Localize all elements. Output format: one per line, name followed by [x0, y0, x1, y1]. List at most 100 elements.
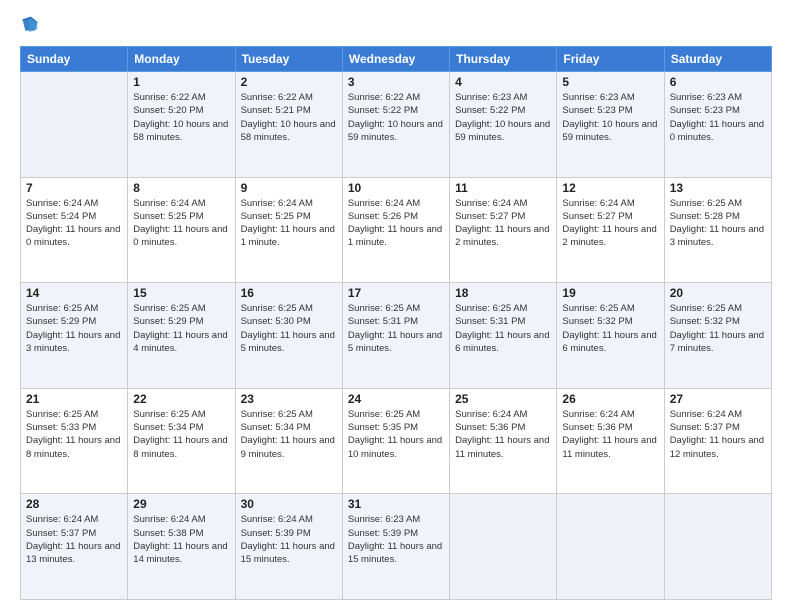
day-info: Sunrise: 6:25 AMSunset: 5:32 PMDaylight:…	[670, 302, 766, 355]
week-row-2: 7Sunrise: 6:24 AMSunset: 5:24 PMDaylight…	[21, 177, 772, 283]
week-row-5: 28 Sunrise: 6:24 AMSunset: 5:37 PMDayligh…	[21, 494, 772, 600]
day-cell: 11Sunrise: 6:24 AMSunset: 5:27 PMDayligh…	[450, 177, 557, 283]
day-cell: 21 Sunrise: 6:25 AMSunset: 5:33 PMDayligh…	[21, 388, 128, 494]
day-number: 2	[241, 75, 337, 89]
page: SundayMondayTuesdayWednesdayThursdayFrid…	[0, 0, 792, 612]
day-cell: 9 Sunrise: 6:24 AMSunset: 5:25 PMDaylight…	[235, 177, 342, 283]
day-number: 13	[670, 181, 766, 195]
day-cell	[21, 72, 128, 178]
day-info: Sunrise: 6:22 AMSunset: 5:20 PMDaylight:…	[133, 91, 229, 144]
week-row-4: 21 Sunrise: 6:25 AMSunset: 5:33 PMDayligh…	[21, 388, 772, 494]
day-info: Sunrise: 6:25 AMSunset: 5:29 PMDaylight:…	[133, 302, 229, 355]
day-number: 18	[455, 286, 551, 300]
weekday-header-row: SundayMondayTuesdayWednesdayThursdayFrid…	[21, 47, 772, 72]
day-info: Sunrise: 6:24 AMSunset: 5:36 PMDaylight:…	[562, 408, 658, 461]
week-row-3: 14 Sunrise: 6:25 AMSunset: 5:29 PMDayligh…	[21, 283, 772, 389]
weekday-header-tuesday: Tuesday	[235, 47, 342, 72]
day-info: Sunrise: 6:25 AMSunset: 5:30 PMDaylight:…	[241, 302, 337, 355]
weekday-header-monday: Monday	[128, 47, 235, 72]
day-number: 23	[241, 392, 337, 406]
day-cell: 13 Sunrise: 6:25 AMSunset: 5:28 PMDayligh…	[664, 177, 771, 283]
day-cell: 3 Sunrise: 6:22 AMSunset: 5:22 PMDaylight…	[342, 72, 449, 178]
day-cell: 26 Sunrise: 6:24 AMSunset: 5:36 PMDayligh…	[557, 388, 664, 494]
weekday-header-wednesday: Wednesday	[342, 47, 449, 72]
day-cell	[557, 494, 664, 600]
day-cell: 24 Sunrise: 6:25 AMSunset: 5:35 PMDayligh…	[342, 388, 449, 494]
day-number: 28	[26, 497, 122, 511]
day-info: Sunrise: 6:25 AMSunset: 5:34 PMDaylight:…	[241, 408, 337, 461]
day-cell	[450, 494, 557, 600]
day-info: Sunrise: 6:24 AMSunset: 5:25 PMDaylight:…	[241, 197, 337, 250]
day-number: 21	[26, 392, 122, 406]
day-info: Sunrise: 6:24 AMSunset: 5:24 PMDaylight:…	[26, 197, 122, 250]
day-number: 6	[670, 75, 766, 89]
day-info: Sunrise: 6:25 AMSunset: 5:28 PMDaylight:…	[670, 197, 766, 250]
day-cell: 18 Sunrise: 6:25 AMSunset: 5:31 PMDayligh…	[450, 283, 557, 389]
day-number: 10	[348, 181, 444, 195]
calendar-table: SundayMondayTuesdayWednesdayThursdayFrid…	[20, 46, 772, 600]
day-cell: 14 Sunrise: 6:25 AMSunset: 5:29 PMDayligh…	[21, 283, 128, 389]
day-cell: 7Sunrise: 6:24 AMSunset: 5:24 PMDaylight…	[21, 177, 128, 283]
day-info: Sunrise: 6:23 AMSunset: 5:23 PMDaylight:…	[562, 91, 658, 144]
day-number: 17	[348, 286, 444, 300]
day-info: Sunrise: 6:24 AMSunset: 5:26 PMDaylight:…	[348, 197, 444, 250]
day-number: 15	[133, 286, 229, 300]
day-number: 12	[562, 181, 658, 195]
day-info: Sunrise: 6:25 AMSunset: 5:29 PMDaylight:…	[26, 302, 122, 355]
day-cell	[664, 494, 771, 600]
day-info: Sunrise: 6:22 AMSunset: 5:22 PMDaylight:…	[348, 91, 444, 144]
day-number: 26	[562, 392, 658, 406]
day-number: 29	[133, 497, 229, 511]
week-row-1: 1 Sunrise: 6:22 AMSunset: 5:20 PMDaylight…	[21, 72, 772, 178]
day-number: 20	[670, 286, 766, 300]
day-cell: 31 Sunrise: 6:23 AMSunset: 5:39 PMDayligh…	[342, 494, 449, 600]
day-cell: 20 Sunrise: 6:25 AMSunset: 5:32 PMDayligh…	[664, 283, 771, 389]
day-cell: 4Sunrise: 6:23 AMSunset: 5:22 PMDaylight…	[450, 72, 557, 178]
day-number: 14	[26, 286, 122, 300]
logo-icon	[20, 16, 40, 36]
day-cell: 28 Sunrise: 6:24 AMSunset: 5:37 PMDayligh…	[21, 494, 128, 600]
day-cell: 10 Sunrise: 6:24 AMSunset: 5:26 PMDayligh…	[342, 177, 449, 283]
day-cell: 30Sunrise: 6:24 AMSunset: 5:39 PMDayligh…	[235, 494, 342, 600]
day-cell: 6Sunrise: 6:23 AMSunset: 5:23 PMDaylight…	[664, 72, 771, 178]
day-number: 25	[455, 392, 551, 406]
day-info: Sunrise: 6:25 AMSunset: 5:34 PMDaylight:…	[133, 408, 229, 461]
day-cell: 29 Sunrise: 6:24 AMSunset: 5:38 PMDayligh…	[128, 494, 235, 600]
day-cell: 15 Sunrise: 6:25 AMSunset: 5:29 PMDayligh…	[128, 283, 235, 389]
day-number: 3	[348, 75, 444, 89]
day-info: Sunrise: 6:23 AMSunset: 5:39 PMDaylight:…	[348, 513, 444, 566]
day-cell: 1 Sunrise: 6:22 AMSunset: 5:20 PMDaylight…	[128, 72, 235, 178]
weekday-header-friday: Friday	[557, 47, 664, 72]
day-number: 24	[348, 392, 444, 406]
day-cell: 2 Sunrise: 6:22 AMSunset: 5:21 PMDaylight…	[235, 72, 342, 178]
day-info: Sunrise: 6:24 AMSunset: 5:38 PMDaylight:…	[133, 513, 229, 566]
day-info: Sunrise: 6:23 AMSunset: 5:22 PMDaylight:…	[455, 91, 551, 144]
day-info: Sunrise: 6:25 AMSunset: 5:32 PMDaylight:…	[562, 302, 658, 355]
day-cell: 22 Sunrise: 6:25 AMSunset: 5:34 PMDayligh…	[128, 388, 235, 494]
day-info: Sunrise: 6:25 AMSunset: 5:31 PMDaylight:…	[348, 302, 444, 355]
day-number: 9	[241, 181, 337, 195]
day-cell: 17 Sunrise: 6:25 AMSunset: 5:31 PMDayligh…	[342, 283, 449, 389]
day-info: Sunrise: 6:22 AMSunset: 5:21 PMDaylight:…	[241, 91, 337, 144]
day-info: Sunrise: 6:25 AMSunset: 5:35 PMDaylight:…	[348, 408, 444, 461]
day-cell: 16Sunrise: 6:25 AMSunset: 5:30 PMDayligh…	[235, 283, 342, 389]
day-info: Sunrise: 6:24 AMSunset: 5:37 PMDaylight:…	[26, 513, 122, 566]
day-cell: 25 Sunrise: 6:24 AMSunset: 5:36 PMDayligh…	[450, 388, 557, 494]
day-info: Sunrise: 6:24 AMSunset: 5:36 PMDaylight:…	[455, 408, 551, 461]
day-info: Sunrise: 6:24 AMSunset: 5:39 PMDaylight:…	[241, 513, 337, 566]
header	[20, 16, 772, 36]
day-cell: 5 Sunrise: 6:23 AMSunset: 5:23 PMDaylight…	[557, 72, 664, 178]
day-cell: 19 Sunrise: 6:25 AMSunset: 5:32 PMDayligh…	[557, 283, 664, 389]
day-info: Sunrise: 6:24 AMSunset: 5:27 PMDaylight:…	[455, 197, 551, 250]
day-info: Sunrise: 6:25 AMSunset: 5:31 PMDaylight:…	[455, 302, 551, 355]
day-number: 1	[133, 75, 229, 89]
day-number: 5	[562, 75, 658, 89]
day-info: Sunrise: 6:25 AMSunset: 5:33 PMDaylight:…	[26, 408, 122, 461]
day-number: 31	[348, 497, 444, 511]
day-number: 27	[670, 392, 766, 406]
day-number: 22	[133, 392, 229, 406]
day-cell: 27Sunrise: 6:24 AMSunset: 5:37 PMDayligh…	[664, 388, 771, 494]
day-number: 19	[562, 286, 658, 300]
day-info: Sunrise: 6:24 AMSunset: 5:25 PMDaylight:…	[133, 197, 229, 250]
day-info: Sunrise: 6:24 AMSunset: 5:27 PMDaylight:…	[562, 197, 658, 250]
